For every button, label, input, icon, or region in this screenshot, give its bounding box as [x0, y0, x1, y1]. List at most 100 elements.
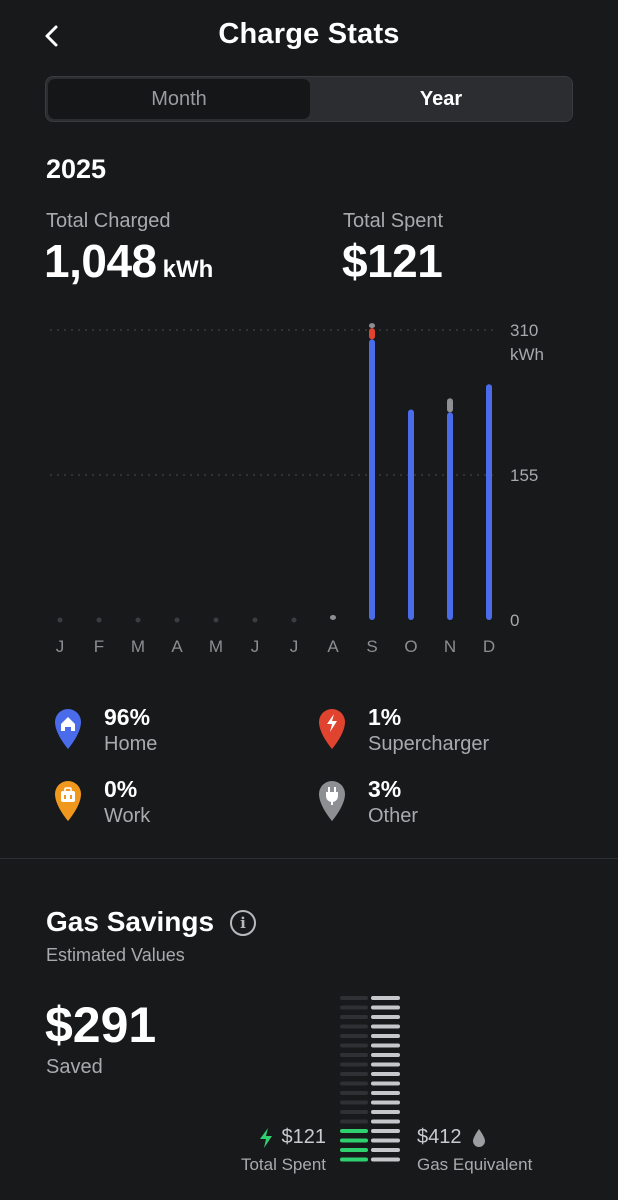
month-label: D: [483, 637, 495, 656]
fuel-drop-icon: [472, 1128, 485, 1147]
tab-year[interactable]: Year: [310, 77, 572, 121]
gas-bar-segment: [371, 1129, 400, 1133]
gas-bar-segment: [371, 1091, 400, 1095]
empty-bar-segment: [340, 1110, 368, 1114]
empty-month-dot: [96, 617, 102, 623]
month-label: O: [404, 637, 417, 656]
gas-bar-segment: [371, 1148, 400, 1152]
gas-bar-segment: [371, 1110, 400, 1114]
spent-bar-segment: [340, 1148, 368, 1152]
bar-home[interactable]: [447, 412, 453, 620]
gas-savings-subtitle: Estimated Values: [46, 945, 185, 965]
bar-home[interactable]: [408, 409, 414, 620]
spent-label: Total Spent: [240, 1155, 326, 1174]
month-label: F: [94, 637, 104, 656]
bar-home[interactable]: [369, 339, 375, 620]
empty-bar-segment: [340, 1015, 368, 1019]
lightning-icon: [259, 1127, 272, 1148]
saved-label: Saved: [46, 1056, 103, 1078]
empty-bar-segment: [340, 1053, 368, 1057]
empty-month-dot: [213, 617, 219, 623]
legend-other: 3% Other: [316, 776, 418, 830]
spent-amount-group: $121: [258, 1126, 327, 1149]
monthly-charge-chart: 0 155 310 kWh J F M A M J J A S O N D: [50, 321, 544, 656]
month-label: N: [444, 637, 456, 656]
gas-label: Gas Equivalent: [417, 1155, 533, 1174]
legend-work-label: Work: [104, 805, 151, 827]
bar-supercharger[interactable]: [369, 328, 375, 340]
gas-bar-segment: [371, 1119, 400, 1124]
empty-bar-segment: [340, 1034, 368, 1038]
gas-bar-segment: [371, 1034, 400, 1038]
lightning-icon: [319, 709, 345, 749]
home-icon: [55, 709, 81, 749]
gas-bar-segment: [371, 1100, 400, 1105]
empty-bar-segment: [340, 1072, 368, 1076]
bar-home[interactable]: [486, 384, 492, 620]
legend-other-label: Other: [368, 805, 419, 827]
bar-other[interactable]: [369, 323, 375, 329]
gas-bar-segment: [371, 996, 400, 1000]
total-spent-label: Total Spent: [343, 210, 444, 232]
legend-supercharger-percent: 1%: [368, 704, 402, 730]
gas-bar-segment: [371, 1043, 400, 1048]
spent-bar-segment: [340, 1138, 368, 1143]
total-charged-value: 1,048: [44, 235, 157, 287]
empty-bar-segment: [340, 1091, 368, 1095]
total-spent-value: $121: [342, 235, 443, 287]
month-label: M: [131, 637, 145, 656]
spent-amount: $121: [281, 1126, 327, 1148]
legend-work: 0% Work: [52, 776, 150, 830]
gas-bar-segment: [371, 1157, 400, 1162]
empty-bar-segment: [340, 1024, 368, 1029]
page-title: Charge Stats: [218, 18, 400, 50]
month-label: J: [290, 637, 299, 656]
month-label: A: [171, 637, 183, 656]
gas-bar-segment: [371, 1081, 400, 1086]
total-charged-value-group: 1,048 kWh: [44, 234, 213, 288]
empty-bar-segment: [340, 1119, 368, 1124]
spent-bar-segment: [340, 1157, 368, 1162]
plug-icon: [319, 781, 345, 821]
gas-bar-segment: [371, 1138, 400, 1143]
month-label: A: [327, 637, 339, 656]
gas-bar-segment: [371, 1072, 400, 1076]
info-icon[interactable]: i: [230, 910, 256, 936]
y-unit-label: kWh: [510, 345, 544, 364]
legend-other-percent: 3%: [368, 776, 402, 802]
gas-bar-segment: [371, 1062, 400, 1067]
month-label: M: [209, 637, 223, 656]
empty-bar-segment: [340, 1062, 368, 1067]
legend-home-label: Home: [104, 733, 158, 755]
empty-bar-segment: [340, 1005, 368, 1010]
spent-bar-segment: [340, 1129, 368, 1133]
bar-other[interactable]: [447, 398, 453, 413]
y-tick-label: 0: [510, 611, 519, 630]
gas-savings-title: Gas Savings: [46, 906, 215, 937]
month-label: J: [56, 637, 65, 656]
legend-home: 96% Home: [52, 704, 157, 758]
saved-amount: $291: [45, 997, 157, 1053]
total-charged-unit: kWh: [162, 256, 214, 283]
y-tick-label: 310: [510, 321, 538, 340]
gas-bar-segment: [371, 1005, 400, 1010]
year-heading: 2025: [46, 154, 107, 184]
empty-month-dot: [252, 617, 258, 623]
empty-bar-segment: [340, 1043, 368, 1048]
bar-other[interactable]: [330, 615, 336, 620]
legend-home-percent: 96%: [104, 704, 151, 730]
gas-bar-segment: [371, 1015, 400, 1019]
gas-bar-segment: [371, 1053, 400, 1057]
empty-bar-segment: [340, 1100, 368, 1105]
gas-amount-group: $412: [417, 1126, 486, 1149]
gas-amount: $412: [417, 1126, 462, 1148]
empty-month-dot: [291, 617, 297, 623]
legend-supercharger-label: Supercharger: [368, 733, 490, 755]
empty-bar-segment: [340, 996, 368, 1000]
gas-bar-segment: [371, 1024, 400, 1029]
total-charged-label: Total Charged: [46, 210, 171, 232]
tab-month[interactable]: Month: [48, 79, 310, 119]
empty-bar-segment: [340, 1081, 368, 1086]
period-segmented-control: Month Year: [45, 76, 573, 122]
legend-work-percent: 0%: [104, 776, 138, 802]
